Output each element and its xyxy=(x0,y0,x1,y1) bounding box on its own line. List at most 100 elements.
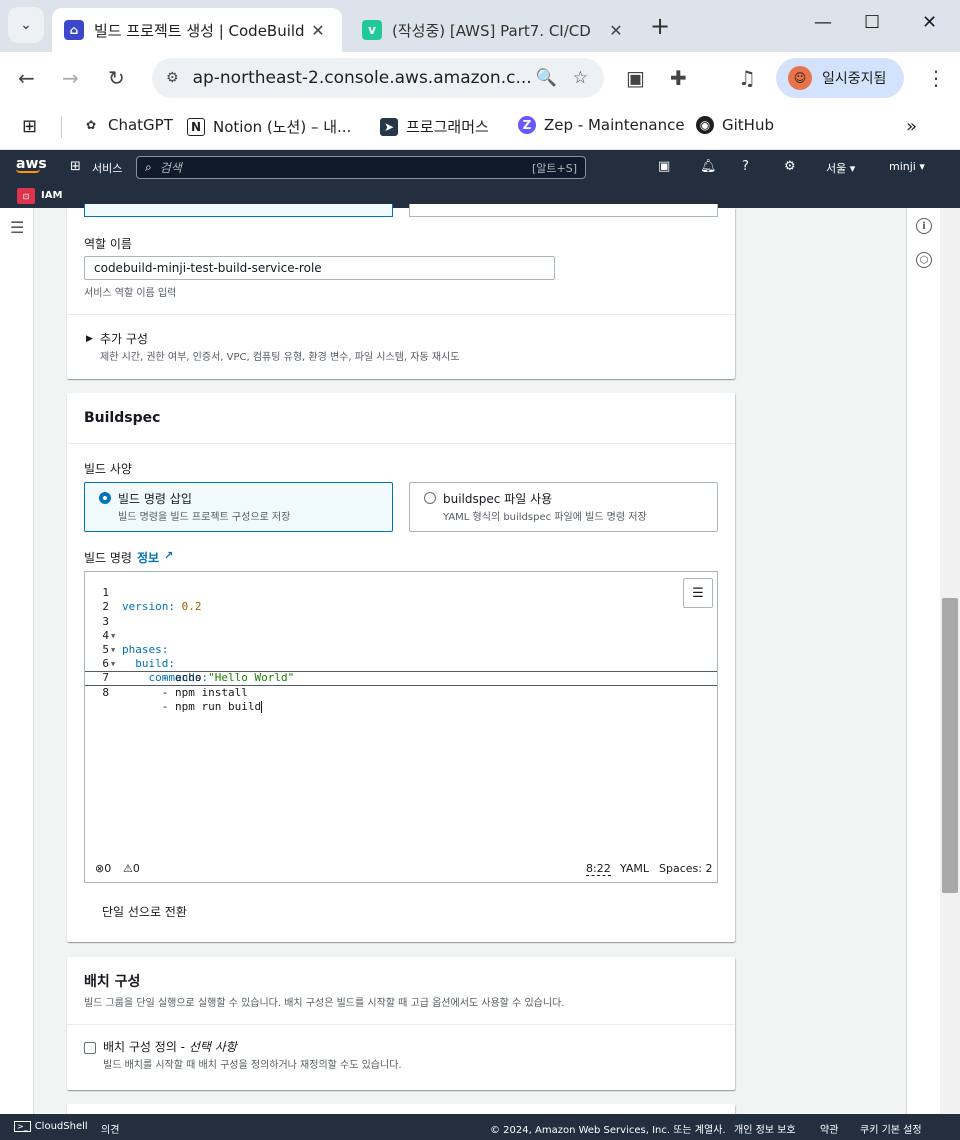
tab-search-button[interactable]: ⌄ xyxy=(8,7,44,43)
cloudshell-link[interactable]: >_ CloudShell xyxy=(14,1121,88,1132)
text-cursor xyxy=(261,700,263,713)
window-close-icon[interactable]: ✕ xyxy=(922,12,937,33)
bookmark-star-icon[interactable]: ☆ xyxy=(573,68,588,88)
tutorial-hex-icon[interactable]: ⬡ xyxy=(916,252,932,268)
indent-spaces: Spaces: 2 xyxy=(659,862,713,875)
additional-config-toggle[interactable]: 추가 구성 xyxy=(100,330,148,347)
additional-config-description: 제한 시간, 권한 여부, 인증서, VPC, 컴퓨팅 유형, 환경 변수, 파… xyxy=(100,352,460,363)
role-option-tile-selected[interactable] xyxy=(84,204,393,217)
editor-status-bar: ⊗0 ⚠0 8:22 YAML Spaces: 2 xyxy=(85,854,717,882)
forward-arrow-icon[interactable]: → xyxy=(62,66,79,90)
reload-icon[interactable]: ↻ xyxy=(108,66,125,90)
zep-icon: Z xyxy=(518,116,536,134)
minimize-icon[interactable]: — xyxy=(814,12,832,33)
url-text[interactable]: ap-northeast-2.console.aws.amazon.c... xyxy=(193,68,536,88)
bookmark-notion[interactable]: N Notion (노션) – 내... xyxy=(187,116,351,137)
services-menu[interactable]: 서비스 xyxy=(92,160,122,176)
switch-single-line-button[interactable]: 단일 선으로 전환 xyxy=(84,903,187,920)
profile-label: 일시중지됨 xyxy=(822,71,887,87)
services-grid-icon[interactable]: ⊞ xyxy=(70,159,81,174)
terms-link[interactable]: 약관 xyxy=(820,1121,838,1136)
tab-velog[interactable]: v (작성중) [AWS] Part7. CI/CD ✕ xyxy=(350,8,640,52)
code-line: 7 - npm install xyxy=(102,671,248,699)
notifications-bell-icon[interactable]: 🔔︎ xyxy=(700,159,717,174)
zoom-search-icon[interactable]: 🔍 xyxy=(536,68,557,88)
more-bookmarks-icon[interactable]: » xyxy=(906,116,917,137)
info-link[interactable]: 정보 xyxy=(137,549,159,566)
info-icon[interactable]: i xyxy=(916,218,932,234)
address-bar[interactable]: ⚙ ap-northeast-2.console.aws.amazon.c...… xyxy=(152,58,604,98)
batch-config-checkbox-label[interactable]: 배치 구성 정의 - 선택 사항 xyxy=(103,1038,237,1055)
chatgpt-icon: ✿ xyxy=(85,118,97,132)
bookmark-label: Notion (노션) – 내... xyxy=(213,118,352,136)
cursor-position[interactable]: 8:22 xyxy=(586,862,611,876)
external-link-icon[interactable]: ↗ xyxy=(164,549,173,562)
bookmark-label: 프로그래머스 xyxy=(406,118,489,136)
radio-selected[interactable] xyxy=(99,492,111,504)
extension-notebook-icon[interactable]: ▣ xyxy=(626,66,645,90)
radio-unselected[interactable] xyxy=(424,492,436,504)
close-icon[interactable]: ✕ xyxy=(306,21,330,40)
bookmark-github[interactable]: ◉ GitHub xyxy=(696,116,774,134)
hamburger-menu-icon[interactable]: ☰ xyxy=(10,218,24,237)
favorite-iam[interactable]: IAM xyxy=(41,190,62,201)
caret-right-icon[interactable]: ▶ xyxy=(86,334,93,344)
bookmark-zep[interactable]: Z Zep - Maintenance xyxy=(518,116,685,134)
bookmark-label: GitHub xyxy=(722,116,774,134)
code-line: 8 - npm run build xyxy=(102,685,263,713)
tab-title: (작성중) [AWS] Part7. CI/CD xyxy=(392,21,591,40)
aws-search-input[interactable]: ⌕ 검색 [알트+S] xyxy=(136,156,586,179)
role-name-input[interactable]: codebuild-minji-test-build-service-role xyxy=(84,256,555,280)
help-icon[interactable]: ? xyxy=(742,159,749,174)
role-option-tile[interactable] xyxy=(409,204,718,217)
code-line: 4 ▼ build: xyxy=(102,628,175,671)
bookmark-programmers[interactable]: ➤ 프로그래머스 xyxy=(380,116,489,137)
batch-config-heading: 배치 구성 xyxy=(84,974,141,990)
tab-codebuild[interactable]: ⌂ 빌드 프로젝트 생성 | CodeBuild ✕ xyxy=(52,8,342,52)
profile-button[interactable]: ☺ 일시중지됨 xyxy=(776,58,904,98)
aws-logo[interactable]: aws xyxy=(16,156,47,173)
divider xyxy=(67,1024,735,1025)
aws-logo-text: aws xyxy=(16,156,47,172)
code-line: 5 ▼ commands: xyxy=(102,643,209,685)
search-placeholder: 검색 xyxy=(159,161,182,175)
privacy-link[interactable]: 개인 정보 보호 xyxy=(734,1121,796,1136)
error-circle-icon: ⊗ xyxy=(95,862,105,875)
use-buildspec-file-option[interactable]: buildspec 파일 사용 YAML 형식의 buildspec 파일에 빌… xyxy=(409,482,718,532)
role-name-label: 역할 이름 xyxy=(84,237,132,251)
github-icon: ◉ xyxy=(696,116,714,134)
feedback-link[interactable]: 의견 xyxy=(101,1121,119,1136)
aws-top-navigation: aws ⊞ 서비스 ⌕ 검색 [알트+S] ▣ 🔔︎ ? ⚙ 서울 ▾ minj… xyxy=(0,150,960,184)
scrollbar-thumb[interactable] xyxy=(942,598,958,893)
more-menu-icon[interactable]: ⋮ xyxy=(926,66,946,90)
maximize-icon[interactable]: ☐ xyxy=(864,12,880,33)
cookie-preferences-link[interactable]: 쿠키 기본 설정 xyxy=(860,1121,922,1136)
new-tab-plus-icon[interactable]: + xyxy=(650,12,670,40)
build-commands-label: 빌드 명령 xyxy=(84,551,132,565)
insert-build-commands-option[interactable]: 빌드 명령 삽입 빌드 명령을 빌드 프로젝트 구성으로 저장 xyxy=(84,482,393,532)
language-mode: YAML xyxy=(620,862,650,875)
next-panel-edge xyxy=(67,1104,735,1114)
tab-title: 빌드 프로젝트 생성 | CodeBuild xyxy=(94,21,305,40)
apps-grid-icon[interactable]: ⊞ xyxy=(22,116,37,137)
error-count[interactable]: ⊗0 xyxy=(95,862,111,875)
cloudshell-icon[interactable]: ▣ xyxy=(658,159,670,174)
copyright-text: © 2024, Amazon Web Services, Inc. 또는 계열사… xyxy=(490,1125,726,1136)
warning-count[interactable]: ⚠0 xyxy=(123,862,140,875)
region-selector[interactable]: 서울 ▾ xyxy=(826,160,855,176)
page-scrollbar[interactable] xyxy=(940,208,960,1114)
build-commands-code-editor[interactable]: 1 version: 0.2 2 3 ▼ phases: 4 ▼ build: … xyxy=(84,571,718,883)
extensions-puzzle-icon[interactable]: ✚ xyxy=(670,66,687,90)
close-icon[interactable]: ✕ xyxy=(604,21,628,40)
batch-config-checkbox[interactable] xyxy=(84,1042,96,1054)
site-settings-icon[interactable]: ⚙ xyxy=(166,70,179,86)
format-indent-button[interactable]: ☰ xyxy=(683,578,713,608)
settings-gear-icon[interactable]: ⚙ xyxy=(784,159,796,174)
option-description: 빌드 명령을 빌드 프로젝트 구성으로 저장 xyxy=(118,512,291,523)
cloudshell-icon: >_ xyxy=(14,1121,31,1132)
media-controls-icon[interactable]: ♫ xyxy=(738,66,756,90)
account-menu[interactable]: minji ▾ xyxy=(889,160,925,173)
back-arrow-icon[interactable]: ← xyxy=(18,66,35,90)
bookmark-chatgpt[interactable]: ✿ ChatGPT xyxy=(82,116,173,134)
divider xyxy=(67,443,735,444)
